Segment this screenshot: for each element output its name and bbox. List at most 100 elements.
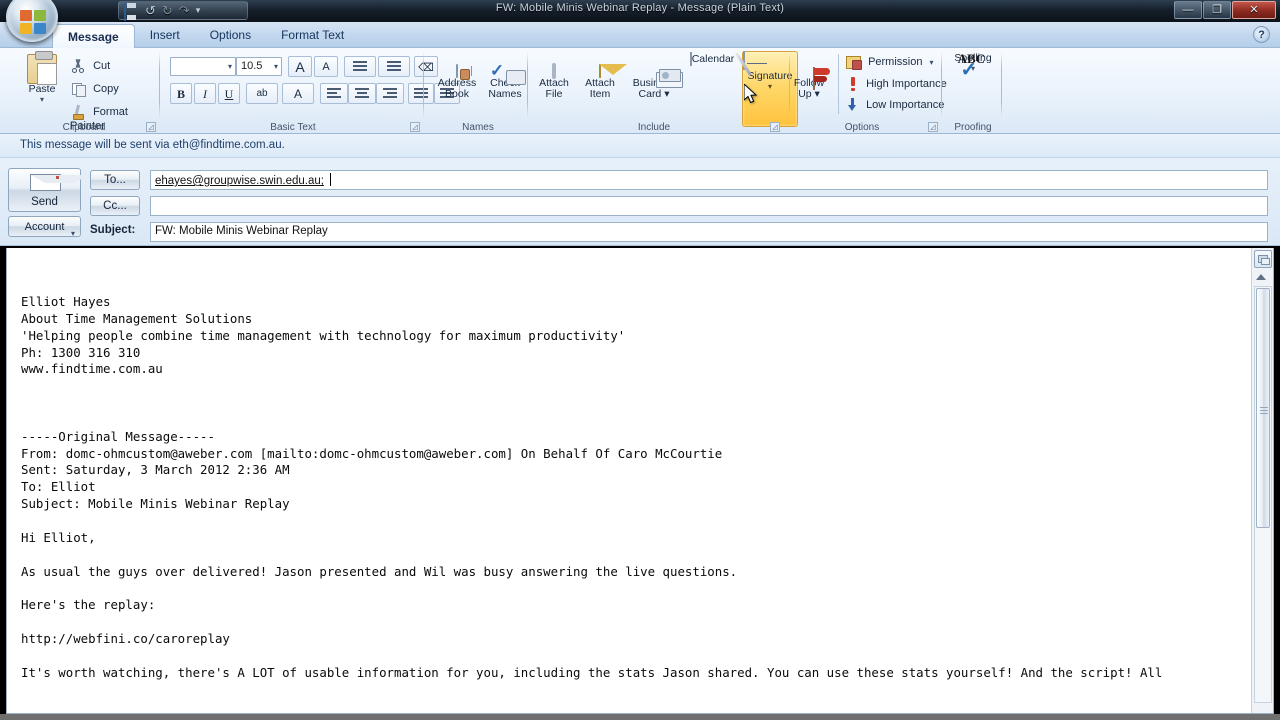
font-name-input[interactable]: ▾ <box>170 57 236 76</box>
account-info-bar: This message will be sent via eth@findti… <box>0 134 1280 158</box>
ribbon: Paste ▾ Cut Copy Format Painter Clipboar… <box>0 48 1280 134</box>
letterbox-right <box>1274 246 1280 720</box>
redo-icon[interactable]: ↻ <box>162 3 173 18</box>
save-icon[interactable] <box>124 2 139 21</box>
outlook-compose-window: FW: Mobile Minis Webinar Replay - Messag… <box>0 0 1280 720</box>
bullets-button[interactable] <box>344 56 376 77</box>
calendar-button[interactable]: Calendar <box>686 52 738 66</box>
align-left-icon <box>327 88 341 98</box>
tab-message[interactable]: Message <box>52 24 135 49</box>
clipboard-dialog-launcher[interactable]: ◿ <box>146 122 156 132</box>
subject-label: Subject: <box>90 224 136 236</box>
minimize-button[interactable]: — <box>1174 1 1202 19</box>
align-center-button[interactable] <box>348 83 376 104</box>
permission-button[interactable]: Permission ▾ <box>846 56 934 70</box>
subject-input[interactable]: FW: Mobile Minis Webinar Replay <box>150 222 1268 242</box>
tab-options[interactable]: Options <box>195 22 266 48</box>
chevron-down-icon[interactable]: ▾ <box>274 62 278 71</box>
office-logo-icon <box>20 10 46 34</box>
body-scrollbar[interactable] <box>1251 248 1273 713</box>
message-body-area[interactable]: Elliot Hayes About Time Management Solut… <box>6 248 1274 714</box>
options-dialog-launcher[interactable]: ◿ <box>928 122 938 132</box>
permission-label: Permission <box>868 56 923 69</box>
attach-file-button[interactable]: Attach File <box>532 54 576 101</box>
scroll-up-arrow-icon[interactable] <box>1256 274 1266 280</box>
font-size-input[interactable]: 10.5 ▾ <box>236 57 282 76</box>
chevron-down-icon[interactable]: ▾ <box>930 58 934 67</box>
check-names-button[interactable]: ✓ Check Names <box>482 54 528 101</box>
highlight-button[interactable]: ab <box>246 83 278 104</box>
quick-access-toolbar[interactable]: ↺ ↻ ↷ ▾ <box>118 1 248 21</box>
to-value: ehayes@groupwise.swin.edu.au; <box>155 175 324 187</box>
paste-button[interactable]: Paste ▾ <box>18 51 66 105</box>
copy-button[interactable]: Copy <box>70 81 160 97</box>
group-divider <box>941 52 942 118</box>
cc-button[interactable]: Cc... <box>90 196 140 216</box>
grow-font-button[interactable]: A <box>288 56 312 77</box>
close-button[interactable]: ✕ <box>1232 1 1276 19</box>
cc-button-label: Cc... <box>103 200 127 212</box>
cut-button[interactable]: Cut <box>70 58 160 74</box>
italic-button[interactable]: I <box>194 83 216 104</box>
decrease-indent-icon <box>414 88 428 98</box>
attach-file-label: Attach File <box>539 76 569 101</box>
ribbon-tabs-row: Message Insert Options Format Text ? <box>0 22 1280 49</box>
tab-insert[interactable]: Insert <box>135 22 195 48</box>
chevron-down-icon[interactable]: ▾ <box>228 62 232 71</box>
message-body-text[interactable]: Elliot Hayes About Time Management Solut… <box>21 294 1237 681</box>
cut-label: Cut <box>93 59 111 72</box>
undo-icon[interactable]: ↺ <box>145 3 156 18</box>
align-left-button[interactable] <box>320 83 348 104</box>
business-card-button[interactable]: Business Card ▾ <box>624 54 684 101</box>
align-right-button[interactable] <box>376 83 404 104</box>
high-importance-icon <box>846 77 859 91</box>
maximize-button[interactable]: ❐ <box>1203 1 1231 19</box>
scroll-grip-icon <box>1260 407 1268 416</box>
attachment-pane-icon[interactable] <box>1254 250 1272 268</box>
spelling-button[interactable]: ABC ✓ Spelling ▾ <box>948 51 998 80</box>
window-controls: — ❐ ✕ <box>1174 1 1276 19</box>
cc-input[interactable] <box>150 196 1268 216</box>
attach-item-button[interactable]: Attach Item <box>576 54 627 101</box>
shrink-font-label: A <box>322 61 330 73</box>
scroll-track[interactable] <box>1254 286 1272 703</box>
account-button[interactable]: Account ▾ <box>8 216 81 238</box>
help-icon[interactable]: ? <box>1253 26 1270 43</box>
font-size-value: 10.5 <box>241 60 263 72</box>
chevron-down-icon[interactable]: ▾ <box>196 5 201 16</box>
underline-button[interactable]: U <box>218 83 240 104</box>
to-input[interactable]: ehayes@groupwise.swin.edu.au; <box>150 170 1268 190</box>
title-bar: FW: Mobile Minis Webinar Replay - Messag… <box>0 0 1280 22</box>
basic-text-dialog-launcher[interactable]: ◿ <box>410 122 420 132</box>
font-color-button[interactable]: A <box>282 83 314 104</box>
send-button[interactable]: Send <box>8 168 89 212</box>
underline-label: U <box>224 87 234 101</box>
include-dialog-launcher[interactable]: ◿ <box>770 122 780 132</box>
numbering-icon <box>387 61 401 71</box>
address-book-button[interactable]: Address Book <box>432 54 482 101</box>
to-button[interactable]: To... <box>90 170 140 190</box>
low-importance-button[interactable]: Low Importance <box>846 98 944 112</box>
chevron-down-icon[interactable]: ▾ <box>71 224 75 244</box>
italic-label: I <box>203 87 207 101</box>
scroll-thumb[interactable] <box>1256 288 1270 528</box>
follow-up-button[interactable]: Follow Up ▾ <box>786 54 832 101</box>
tab-format-text[interactable]: Format Text <box>266 22 359 48</box>
bold-button[interactable]: B <box>170 83 192 104</box>
account-info-text: This message will be sent via eth@findti… <box>20 139 285 151</box>
shrink-font-button[interactable]: A <box>314 56 338 77</box>
numbering-button[interactable] <box>378 56 410 77</box>
high-importance-label: High Importance <box>866 77 947 90</box>
low-importance-label: Low Importance <box>866 98 945 111</box>
redo-arrow-icon[interactable]: ↷ <box>179 3 190 18</box>
align-center-icon <box>355 88 369 98</box>
to-button-label: To... <box>104 174 126 186</box>
signature-icon <box>735 51 767 76</box>
names-group-label: Names <box>462 122 494 133</box>
copy-icon <box>70 81 86 97</box>
chevron-down-icon[interactable]: ▾ <box>18 95 66 105</box>
highlight-icon: ab <box>256 88 268 99</box>
ribbon-group-names: Address Book ✓ Check Names Names <box>428 48 528 134</box>
text-caret <box>329 173 331 186</box>
high-importance-button[interactable]: High Importance <box>846 77 947 91</box>
